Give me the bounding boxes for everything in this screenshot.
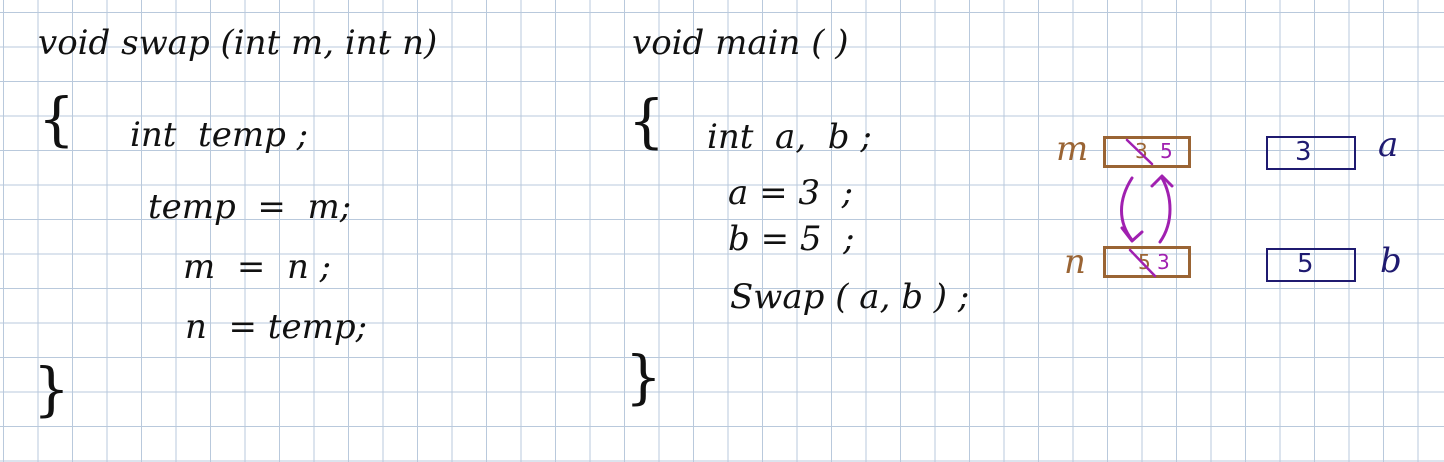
- swap-line-4: n = temp;: [185, 307, 368, 347]
- arrow-m-to-n-head: [1120, 226, 1144, 243]
- var-m-old-value: 3: [1135, 139, 1148, 163]
- arrow-n-to-m: [1158, 176, 1172, 244]
- var-label-n: n: [1064, 242, 1086, 282]
- var-m-new-value: 5: [1160, 139, 1173, 163]
- var-n-new-value: 3: [1157, 250, 1170, 274]
- var-label-a: a: [1378, 125, 1399, 165]
- main-signature: void main ( ): [632, 23, 849, 63]
- var-label-b: b: [1380, 241, 1402, 281]
- swap-arrows-overlay: [1120, 138, 1174, 278]
- main-line-1: int a, b ;: [707, 117, 872, 157]
- main-line-4: Swap ( a, b ) ;: [730, 277, 970, 317]
- var-a-value: 3: [1295, 137, 1312, 167]
- main-open-brace: {: [628, 87, 665, 155]
- swap-close-brace: }: [33, 355, 70, 423]
- swap-open-brace: {: [38, 85, 75, 153]
- var-n-old-value: 5: [1138, 250, 1151, 274]
- main-line-2: a = 3 ;: [728, 173, 854, 213]
- swap-line-2: temp = m;: [148, 187, 352, 227]
- swap-line-3: m = n ;: [183, 247, 332, 287]
- main-line-3: b = 5 ;: [728, 219, 855, 259]
- var-b-value: 5: [1297, 249, 1314, 279]
- arrow-n-to-m-head: [1150, 174, 1174, 188]
- var-label-m: m: [1056, 129, 1089, 169]
- main-close-brace: }: [625, 343, 662, 411]
- swap-signature: void swap (int m, int n): [38, 23, 438, 63]
- arrow-m-to-n: [1120, 176, 1134, 242]
- swap-line-1: int temp ;: [130, 115, 309, 155]
